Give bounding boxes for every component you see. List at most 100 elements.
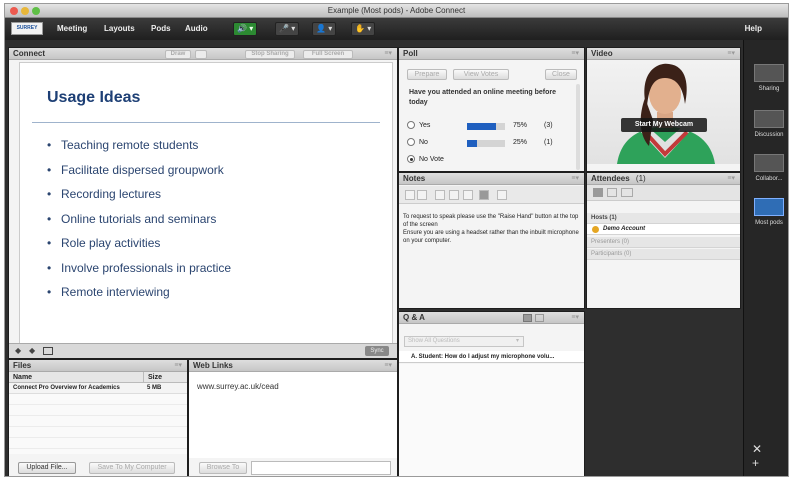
web-link-item[interactable]: www.surrey.ac.uk/cead xyxy=(197,382,279,391)
attendee-row[interactable]: Demo Account xyxy=(587,224,740,235)
list-icon[interactable] xyxy=(497,190,507,200)
previous-page-icon[interactable]: ◆ xyxy=(15,346,21,355)
speaker-button[interactable]: 🔊 ▾ xyxy=(233,22,258,36)
presenters-section[interactable]: Presenters (0) xyxy=(587,237,740,248)
qa-settings-icon[interactable] xyxy=(535,314,544,322)
chevron-down-icon: ▾ xyxy=(291,24,296,33)
presenter-video-image xyxy=(617,63,715,164)
files-empty-rows xyxy=(9,394,187,454)
qa-question-item[interactable]: A. Student: How do I adjust my microphon… xyxy=(399,351,584,363)
slide-view-icon[interactable] xyxy=(43,347,53,355)
pod-menu-icon[interactable]: ≡▾ xyxy=(571,173,579,185)
layout-most-pods[interactable]: Most pods xyxy=(749,198,788,226)
radio-button[interactable] xyxy=(407,155,415,164)
raise-hand-icon: ✋ xyxy=(355,24,365,33)
font-size-down-icon[interactable] xyxy=(417,190,427,200)
poll-count: (1) xyxy=(544,139,553,146)
pod-menu-icon[interactable]: ≡▾ xyxy=(174,360,182,372)
stop-sharing-button[interactable]: Stop Sharing xyxy=(245,50,295,59)
speaker-icon: 🔊 xyxy=(237,24,247,33)
layout-collaboration[interactable]: Collabor... xyxy=(749,154,788,182)
pod-menu-icon[interactable]: ≡▾ xyxy=(727,48,735,60)
save-to-computer-button[interactable]: Save To My Computer xyxy=(89,462,175,474)
browse-to-button[interactable]: Browse To xyxy=(199,462,247,474)
sync-button[interactable]: Sync xyxy=(365,346,389,356)
surrey-logo: SURREY xyxy=(11,22,43,35)
menu-pods[interactable]: Pods xyxy=(151,18,171,40)
raise-hand-button[interactable]: ✋ ▾ xyxy=(351,22,376,36)
radio-button[interactable] xyxy=(407,121,415,130)
notes-text[interactable]: To request to speak please use the "Rais… xyxy=(403,213,581,245)
window-controls xyxy=(10,7,40,15)
next-page-icon[interactable]: ◆ xyxy=(29,346,35,355)
web-links-pod-title: Web Links ≡▾ xyxy=(189,360,397,372)
close-poll-button[interactable]: Close xyxy=(545,69,577,80)
web-links-pod: Web Links ≡▾ www.surrey.ac.uk/cead Brows… xyxy=(188,359,398,476)
poll-result-fill xyxy=(467,140,477,147)
prepare-button[interactable]: Prepare xyxy=(407,69,447,80)
main-menubar: SURREY Meeting Layouts Pods Audio 🔊 ▾ 🎤 … xyxy=(5,18,788,40)
underline-icon[interactable] xyxy=(463,190,473,200)
poll-scrollbar[interactable] xyxy=(576,84,580,170)
qa-filter-select[interactable]: Show All Questions ▾ xyxy=(404,336,524,347)
minimize-window-icon[interactable] xyxy=(21,7,29,15)
layout-sharing[interactable]: Sharing xyxy=(749,64,788,92)
full-screen-button[interactable]: Full Screen xyxy=(303,50,353,59)
files-table-header: Name Size xyxy=(9,372,187,383)
layout-discussion[interactable]: Discussion xyxy=(749,110,788,138)
layouts-rail: Sharing Discussion Collabor... Most pods… xyxy=(743,40,788,476)
draw-button[interactable]: Draw xyxy=(165,50,191,59)
menu-layouts[interactable]: Layouts xyxy=(104,18,135,40)
web-link-input[interactable] xyxy=(251,461,391,475)
poll-option-no-vote[interactable]: No Vote xyxy=(407,154,577,166)
text-color-icon[interactable] xyxy=(479,190,489,200)
bold-icon[interactable] xyxy=(435,190,445,200)
zoom-window-icon[interactable] xyxy=(32,7,40,15)
italic-icon[interactable] xyxy=(449,190,459,200)
menu-audio[interactable]: Audio xyxy=(185,18,208,40)
slide-bullet: Recording lectures xyxy=(47,187,231,212)
start-webcam-button[interactable]: Start My Webcam xyxy=(621,118,707,132)
grid-view-icon[interactable] xyxy=(607,188,617,197)
camera-button[interactable]: 👤 ▾ xyxy=(312,22,337,36)
font-size-icon[interactable] xyxy=(405,190,415,200)
poll-option-yes[interactable]: Yes 75% (3) xyxy=(407,120,577,132)
participants-section[interactable]: Participants (0) xyxy=(587,249,740,260)
chevron-down-icon: ▾ xyxy=(367,24,372,33)
attendees-pod-title: Attendees (1) ≡▾ xyxy=(587,173,740,185)
column-name[interactable]: Name xyxy=(13,374,32,381)
menu-help[interactable]: Help xyxy=(745,18,762,40)
hosts-section[interactable]: Hosts (1) xyxy=(587,213,740,224)
slide-divider xyxy=(32,122,380,123)
sharing-options-button[interactable] xyxy=(195,50,207,59)
column-size[interactable]: Size xyxy=(143,372,162,383)
video-pod-title: Video ≡▾ xyxy=(587,48,740,60)
pod-menu-icon[interactable]: ≡▾ xyxy=(571,48,579,60)
pod-menu-icon[interactable]: ≡▾ xyxy=(727,173,735,185)
slide-canvas: Usage Ideas Teaching remote students Fac… xyxy=(19,62,393,358)
menu-meeting[interactable]: Meeting xyxy=(57,18,87,40)
layout-tools[interactable]: ✕ + xyxy=(752,442,788,470)
table-row[interactable]: Connect Pro Overview for Academics 5 MB xyxy=(9,383,187,394)
poll-percent: 75% xyxy=(513,122,528,129)
sort-icon[interactable] xyxy=(621,188,633,197)
pod-menu-icon[interactable]: ≡▾ xyxy=(571,312,579,324)
layout-thumbnail xyxy=(754,64,784,82)
view-votes-button[interactable]: View Votes xyxy=(453,69,509,80)
slide-bullet: Online tutorials and seminars xyxy=(47,212,231,237)
poll-result-bar xyxy=(467,140,505,147)
files-pod: Files ≡▾ Name Size Connect Pro Overview … xyxy=(8,359,188,476)
qa-view-icon[interactable] xyxy=(523,314,532,322)
pod-menu-icon[interactable]: ≡▾ xyxy=(384,360,392,372)
list-view-icon[interactable] xyxy=(593,188,603,197)
radio-button[interactable] xyxy=(407,138,415,147)
poll-option-no[interactable]: No 25% (1) xyxy=(407,137,577,149)
attendees-toolbar xyxy=(587,185,740,201)
close-window-icon[interactable] xyxy=(10,7,18,15)
poll-option-label: Yes xyxy=(419,122,431,129)
upload-file-button[interactable]: Upload File... xyxy=(18,462,76,474)
slide-bullet-list: Teaching remote students Facilitate disp… xyxy=(47,138,231,310)
pod-menu-icon[interactable]: ≡▾ xyxy=(384,48,392,60)
file-size: 5 MB xyxy=(147,385,162,391)
microphone-button[interactable]: 🎤 ▾ xyxy=(275,22,300,36)
